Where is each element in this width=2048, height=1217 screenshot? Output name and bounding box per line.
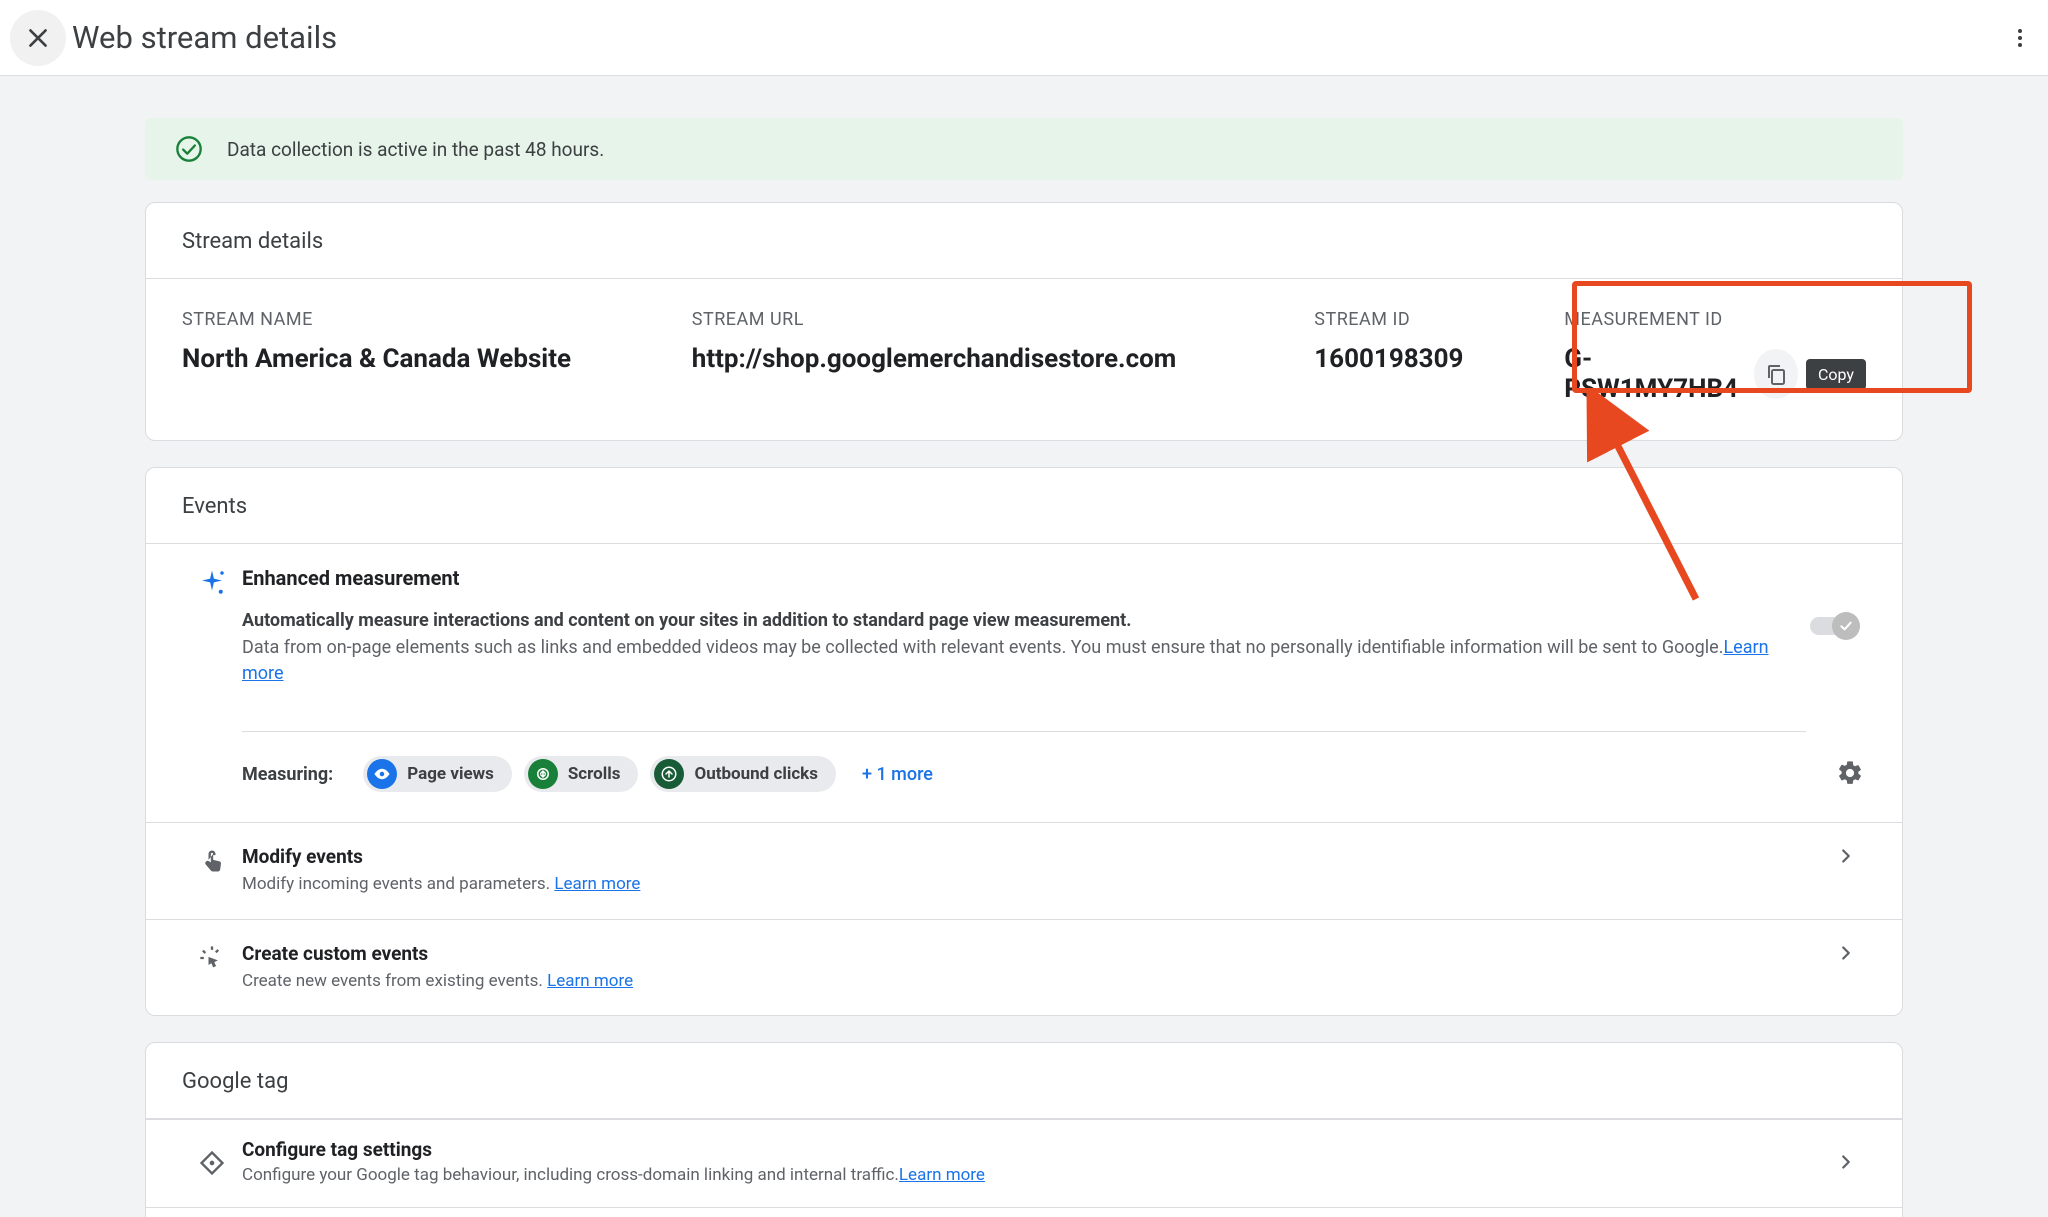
events-card: Events Enhanced measurement Automaticall… [145, 467, 1903, 1016]
cursor-click-icon [198, 944, 226, 972]
configure-tag-learn-more[interactable]: Learn more [899, 1165, 985, 1185]
measuring-label: Measuring: [242, 764, 333, 785]
status-banner: Data collection is active in the past 48… [145, 118, 1903, 180]
outbound-icon [660, 765, 678, 783]
close-button[interactable] [10, 10, 66, 66]
modify-events-learn-more[interactable]: Learn more [554, 874, 640, 894]
measuring-more-link[interactable]: + 1 more [862, 764, 933, 785]
create-events-learn-more[interactable]: Learn more [547, 971, 633, 991]
stream-details-heading: Stream details [146, 203, 1902, 279]
google-tag-card: Google tag Configure tag settings Config… [145, 1042, 1903, 1217]
sparkle-icon [197, 568, 227, 598]
copy-measurement-id-button[interactable] [1754, 349, 1798, 399]
tag-icon [198, 1149, 226, 1177]
more-menu-button[interactable] [2002, 20, 2038, 56]
stream-url-label: STREAM URL [692, 309, 1315, 330]
close-icon [25, 25, 51, 51]
stream-details-row: STREAM NAME North America & Canada Websi… [146, 279, 1902, 440]
kebab-icon [2008, 26, 2032, 50]
enhanced-measurement-toggle[interactable] [1810, 610, 1866, 642]
enhanced-measurement-desc-bold: Automatically measure interactions and c… [242, 610, 1810, 631]
measurement-id-col: MEASUREMENT ID G-PSW1MY7HB4 Copy [1564, 309, 1866, 404]
check-icon [1838, 618, 1854, 634]
modify-events-row[interactable]: Modify events Modify incoming events and… [146, 822, 1902, 919]
scroll-icon [534, 765, 552, 783]
topbar: Web stream details [0, 0, 2048, 76]
enhanced-measurement-title: Enhanced measurement [242, 566, 1810, 590]
stream-id-col: STREAM ID 1600198309 [1314, 309, 1564, 374]
stream-url-value: http://shop.googlemerchandisestore.com [692, 344, 1315, 374]
modify-events-title: Modify events [242, 845, 1826, 868]
manage-connected-tags-row[interactable]: Manage connected site tags Load tags for… [146, 1207, 1902, 1217]
chip-scrolls: Scrolls [524, 756, 639, 792]
stream-url-col: STREAM URL http://shop.googlemerchandise… [692, 309, 1315, 374]
eye-icon [373, 765, 391, 783]
enhanced-measurement-desc: Data from on-page elements such as links… [242, 635, 1810, 687]
enhanced-measurement-section: Enhanced measurement Automatically measu… [146, 544, 1902, 713]
chip-page-views: Page views [363, 756, 512, 792]
stream-name-col: STREAM NAME North America & Canada Websi… [182, 309, 692, 374]
chip-page-views-label: Page views [407, 764, 494, 784]
stream-name-label: STREAM NAME [182, 309, 692, 330]
google-tag-heading: Google tag [146, 1043, 1902, 1119]
create-custom-events-row[interactable]: Create custom events Create new events f… [146, 919, 1902, 1016]
chevron-right-icon [1826, 942, 1866, 964]
check-circle-icon [175, 135, 203, 163]
chip-outbound-clicks: Outbound clicks [650, 756, 836, 792]
chip-scrolls-label: Scrolls [568, 764, 621, 784]
chevron-right-icon [1826, 1151, 1866, 1173]
gear-icon [1836, 759, 1864, 787]
copy-tooltip: Copy [1806, 359, 1866, 390]
banner-text: Data collection is active in the past 48… [227, 138, 604, 161]
stream-name-value: North America & Canada Website [182, 344, 692, 374]
measurement-id-label: MEASUREMENT ID [1564, 309, 1866, 330]
modify-events-desc: Modify incoming events and parameters. L… [242, 872, 1826, 897]
copy-icon [1764, 362, 1788, 386]
measuring-row: Measuring: Page views Scrolls Outbound c… [146, 732, 1902, 822]
stream-id-label: STREAM ID [1314, 309, 1564, 330]
create-events-title: Create custom events [242, 942, 1826, 965]
stream-details-card: Stream details STREAM NAME North America… [145, 202, 1903, 441]
page-title: Web stream details [72, 19, 337, 56]
enhanced-measurement-desc-text: Data from on-page elements such as links… [242, 637, 1723, 658]
measurement-id-value: G-PSW1MY7HB4 [1564, 344, 1743, 404]
events-heading: Events [146, 468, 1902, 544]
configure-tag-title: Configure tag settings [242, 1138, 1826, 1161]
stream-id-value: 1600198309 [1314, 344, 1564, 374]
configure-tag-settings-row[interactable]: Configure tag settings Configure your Go… [146, 1119, 1902, 1207]
configure-tag-desc: Configure your Google tag behaviour, inc… [242, 1165, 1826, 1185]
create-events-desc: Create new events from existing events. … [242, 969, 1826, 994]
page-body: Data collection is active in the past 48… [0, 76, 2048, 1217]
chevron-right-icon [1826, 845, 1866, 867]
measuring-settings-button[interactable] [1836, 759, 1866, 789]
chip-outbound-label: Outbound clicks [694, 764, 818, 784]
touch-icon [198, 847, 226, 875]
